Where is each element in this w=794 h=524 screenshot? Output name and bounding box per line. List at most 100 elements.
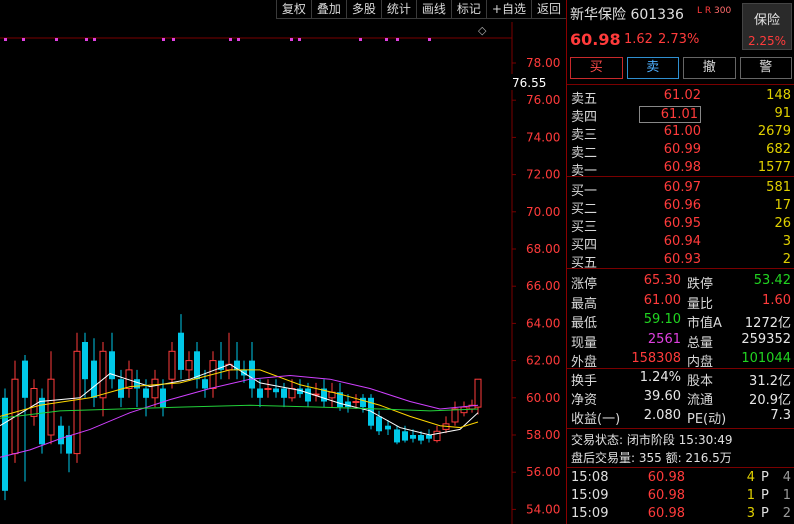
tick-row[interactable]: 15:09 60.98 3 P 2	[567, 505, 794, 523]
candle-body[interactable]	[394, 429, 400, 443]
candle-body[interactable]	[99, 350, 107, 399]
y-axis-label: 76.00	[526, 93, 560, 107]
stat-value: 2561	[647, 331, 681, 347]
candle-body[interactable]	[305, 388, 311, 402]
candle-body[interactable]	[58, 425, 64, 445]
event-marker[interactable]	[85, 38, 88, 41]
event-marker[interactable]	[428, 38, 431, 41]
tick-time: 15:08	[571, 470, 609, 485]
diamond-icon[interactable]: ◇	[478, 24, 487, 37]
candle-body[interactable]	[134, 379, 140, 389]
toolbar-button[interactable]: 叠加	[310, 0, 346, 19]
divider	[567, 268, 794, 269]
toolbar-button[interactable]: 标记	[450, 0, 486, 19]
event-marker[interactable]	[229, 38, 232, 41]
buy-button[interactable]: 买	[570, 57, 623, 79]
kline-chart-area[interactable]: ◇ 78.00 76.00 74.00 72.00 70.00 68.00 66.00 64.0…	[0, 0, 566, 524]
level-price: 61.01	[639, 106, 701, 123]
candle-body[interactable]	[249, 360, 255, 389]
candle-body[interactable]	[178, 332, 184, 370]
lr-tag[interactable]: L R 300	[697, 6, 731, 16]
y-axis-label: 66.00	[526, 279, 560, 293]
toolbar-button[interactable]: 复权	[275, 0, 311, 19]
tick-time: 15:09	[571, 488, 609, 503]
toolbar-button[interactable]: 返回	[530, 0, 566, 19]
candle-body[interactable]	[66, 435, 72, 454]
kline-chart[interactable]: ◇ 78.00 76.00 74.00 72.00 70.00 68.00 66.00 64.0…	[0, 0, 566, 524]
event-marker[interactable]	[93, 38, 96, 41]
level-price: 60.94	[663, 234, 701, 249]
toolbar-button[interactable]: 画线	[415, 0, 451, 19]
toolbar-button[interactable]: 多股	[345, 0, 381, 19]
tick-count: 1	[782, 488, 791, 503]
candle-body[interactable]	[202, 379, 208, 389]
event-marker[interactable]	[298, 38, 301, 41]
sell-button[interactable]: 卖	[626, 57, 679, 79]
event-marker[interactable]	[4, 38, 7, 41]
candle-body[interactable]	[257, 388, 263, 398]
candle-body[interactable]	[273, 388, 279, 393]
event-marker[interactable]	[55, 38, 58, 41]
candle-body[interactable]	[376, 416, 382, 432]
event-marker[interactable]	[22, 38, 25, 41]
candle-body[interactable]	[352, 401, 360, 404]
tick-row[interactable]: 15:08 60.98 4 P 4	[567, 469, 794, 487]
candle-body[interactable]	[73, 350, 81, 455]
candle-body[interactable]	[143, 388, 149, 398]
event-marker[interactable]	[396, 38, 399, 41]
candle-body[interactable]	[418, 435, 424, 441]
sector-badge[interactable]: 保险 2.25%	[742, 3, 792, 50]
y-axis-label: 54.00	[526, 502, 560, 516]
ma5-line	[0, 363, 479, 436]
candle-body[interactable]	[30, 388, 38, 417]
candle-body[interactable]	[402, 431, 408, 441]
candle-body[interactable]	[288, 388, 296, 399]
event-marker[interactable]	[290, 38, 293, 41]
tick-price: 60.98	[647, 488, 685, 503]
event-marker[interactable]	[385, 38, 388, 41]
chart-toolbar: 复权 叠加 多股 统计 画线 标记 +自选 返回	[0, 0, 566, 20]
candle-body[interactable]	[360, 397, 366, 408]
price-change: 1.62	[624, 32, 653, 47]
y-axis-label: 70.00	[526, 205, 560, 219]
stat-value: 1.24%	[639, 370, 681, 385]
tick-qty: 4	[746, 470, 755, 485]
candle-body[interactable]	[82, 342, 88, 380]
cancel-order-button[interactable]: 撤	[683, 57, 736, 79]
stat-value: 1272亿	[744, 316, 791, 331]
stat-row: 最高 61.00 量比 1.60	[567, 291, 794, 312]
candle-body[interactable]	[385, 425, 391, 430]
stat-row: 现量 2561 总量 259352	[567, 330, 794, 351]
toolbar-button[interactable]: +自选	[485, 0, 531, 19]
candle-body[interactable]	[433, 430, 441, 442]
stat-value: 53.42	[753, 273, 791, 288]
level-volume: 2	[782, 252, 791, 267]
candle-body[interactable]	[91, 360, 97, 398]
toolbar-button[interactable]: 统计	[380, 0, 416, 19]
candle-body[interactable]	[426, 435, 432, 439]
event-marker[interactable]	[172, 38, 175, 41]
candle-body[interactable]	[47, 378, 55, 436]
candle-body[interactable]	[168, 350, 176, 380]
candle-body[interactable]	[474, 378, 482, 408]
event-marker[interactable]	[237, 38, 240, 41]
candle-body[interactable]	[410, 435, 416, 439]
y-axis-label: 56.00	[526, 465, 560, 479]
tick-row[interactable]: 15:09 60.98 1 P 1	[567, 487, 794, 505]
candle-body[interactable]	[185, 360, 193, 371]
candle-body[interactable]	[194, 351, 200, 380]
candle-body[interactable]	[264, 388, 272, 390]
candle-body[interactable]	[2, 397, 8, 491]
candle-body[interactable]	[281, 388, 287, 398]
event-marker[interactable]	[359, 38, 362, 41]
candle-body[interactable]	[151, 378, 159, 399]
candle-body[interactable]	[160, 388, 166, 408]
price-alert-button[interactable]: 警	[739, 57, 792, 79]
candle-body[interactable]	[22, 360, 28, 398]
tick-price: 60.98	[647, 506, 685, 521]
candle-body[interactable]	[451, 408, 459, 423]
fundamental-row: 换手 1.24% 股本 31.2亿	[567, 368, 794, 389]
stock-name-code: 新华保险 601336	[570, 7, 684, 23]
last-price: 60.98	[570, 30, 621, 49]
event-marker[interactable]	[162, 38, 165, 41]
